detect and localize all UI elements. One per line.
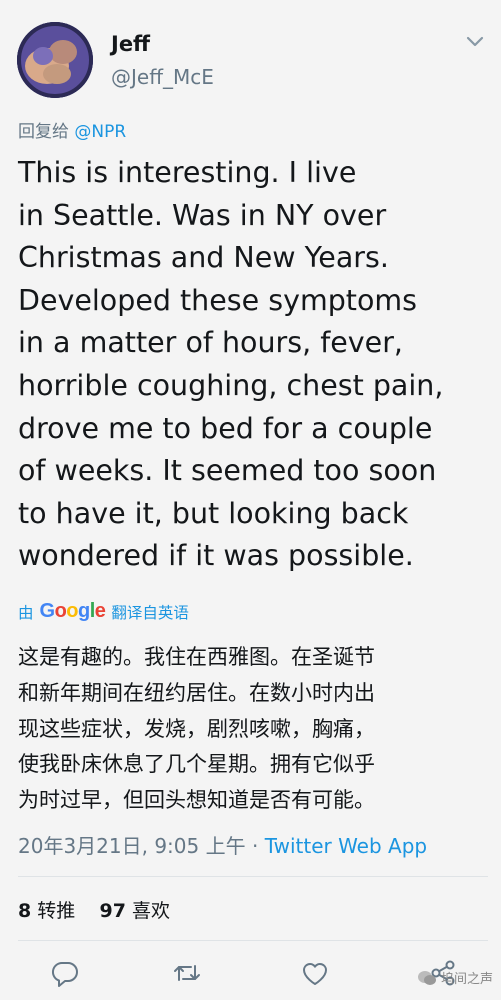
watermark-text: 坞间之声 bbox=[440, 972, 493, 987]
tweet-text-line: horrible coughing, chest pain, bbox=[18, 368, 444, 402]
display-name[interactable]: Jeff bbox=[111, 32, 150, 56]
translated-text-line: 这是有趣的。我住在西雅图。在圣诞节 bbox=[18, 645, 375, 669]
tweet-stats: 8 转推 97 喜欢 bbox=[18, 896, 170, 923]
translate-by-label: 由 bbox=[18, 603, 34, 622]
translated-text-line: 现这些症状，发烧，剧烈咳嗽，胸痛， bbox=[18, 716, 375, 741]
tweet-header: Jeff @Jeff_McE bbox=[0, 0, 501, 110]
retweets-count: 8 bbox=[18, 900, 32, 922]
tweet-text-line: This is interesting. I live bbox=[18, 156, 357, 189]
watermark: 坞间之声 bbox=[417, 968, 493, 987]
tweet-text: This is interesting. I live in Seattle. … bbox=[18, 152, 488, 578]
avatar-image bbox=[17, 22, 93, 98]
tweet-timestamp[interactable]: 20年3月21日, 9:05 上午 · bbox=[18, 834, 265, 858]
translated-by-google-link[interactable]: 由 Google 翻译自英语 bbox=[18, 600, 189, 623]
user-handle[interactable]: @Jeff_McE bbox=[111, 65, 214, 89]
translate-from-label: 翻译自英语 bbox=[111, 603, 189, 622]
reply-to-line: 回复给 @NPR bbox=[18, 117, 126, 142]
divider bbox=[18, 940, 488, 941]
divider bbox=[18, 876, 488, 877]
tweet-text-line: of weeks. It seemed too soon bbox=[18, 454, 437, 488]
translated-text: 这是有趣的。我住在西雅图。在圣诞节 和新年期间在纽约居住。在数小时内出 现这些症… bbox=[18, 640, 488, 819]
chevron-down-icon[interactable] bbox=[465, 34, 485, 50]
likes-stat[interactable]: 97 喜欢 bbox=[99, 900, 170, 922]
tweet-text-line: wondered if it was possible. bbox=[18, 539, 414, 573]
tweet-source-link[interactable]: Twitter Web App bbox=[265, 834, 427, 858]
likes-label: 喜欢 bbox=[131, 900, 170, 922]
tweet-text-line: to have it, but looking back bbox=[18, 496, 409, 530]
reply-icon[interactable] bbox=[50, 958, 80, 988]
translated-text-line: 使我卧床休息了几个星期。拥有它似乎 bbox=[18, 752, 375, 777]
tweet-text-line: Christmas and New Years. bbox=[18, 241, 389, 275]
retweet-icon[interactable] bbox=[172, 958, 202, 988]
translated-text-line: 为时过早，但回头想知道是否有可能。 bbox=[18, 788, 375, 813]
watermark-logo-icon bbox=[417, 970, 436, 985]
tweet-text-line: drove me to bed for a couple bbox=[18, 411, 433, 445]
google-logo: Google bbox=[39, 600, 106, 622]
retweets-stat[interactable]: 8 转推 bbox=[18, 900, 75, 922]
reply-mention-link[interactable]: @NPR bbox=[74, 122, 126, 142]
reply-prefix: 回复给 bbox=[18, 122, 69, 142]
avatar[interactable] bbox=[17, 22, 93, 98]
retweets-label: 转推 bbox=[37, 900, 76, 922]
tweet-text-line: Developed these symptoms bbox=[18, 283, 418, 317]
likes-count: 97 bbox=[99, 900, 126, 922]
translated-text-line: 和新年期间在纽约居住。在数小时内出 bbox=[18, 680, 375, 705]
tweet-meta: 20年3月21日, 9:05 上午 · Twitter Web App bbox=[18, 830, 427, 859]
like-icon[interactable] bbox=[300, 958, 330, 988]
tweet-text-line: in Seattle. Was in NY over bbox=[18, 198, 387, 232]
tweet-text-line: in a matter of hours, fever, bbox=[18, 326, 403, 360]
